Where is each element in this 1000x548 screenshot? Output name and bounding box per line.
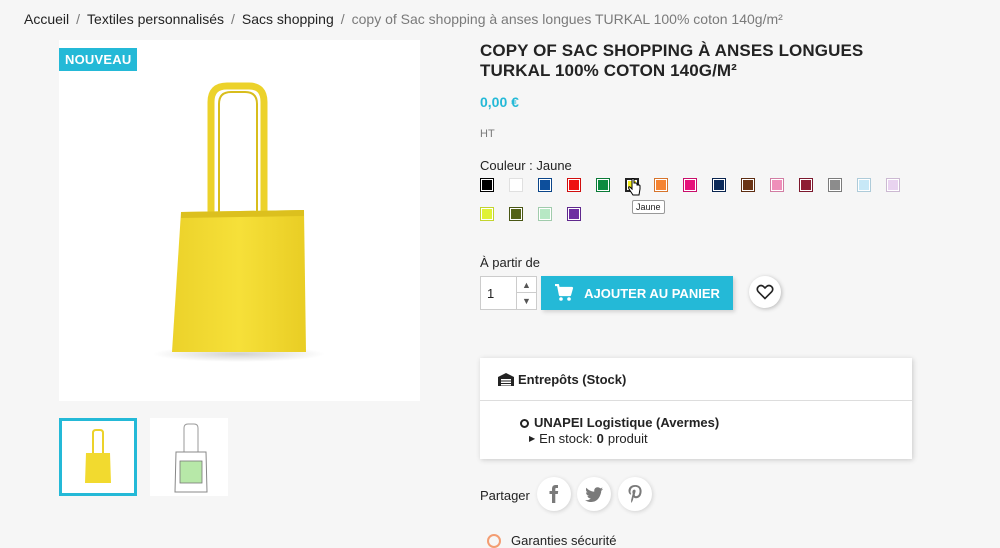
shopping-cart-icon	[555, 284, 574, 301]
add-to-cart-label: AJOUTER AU PANIER	[584, 285, 720, 301]
color-swatch[interactable]	[567, 207, 581, 221]
breadcrumb-textiles[interactable]: Textiles personnalisés	[87, 11, 224, 27]
pinterest-icon	[628, 485, 642, 503]
product-title: COPY OF SAC SHOPPING À ANSES LONGUES TUR…	[480, 41, 864, 80]
color-swatch[interactable]	[857, 178, 871, 192]
wishlist-button[interactable]	[749, 276, 781, 308]
chevron-down-icon[interactable]: ▼	[517, 293, 536, 309]
tote-bag-outline-thumbnail	[174, 423, 208, 493]
color-swatch[interactable]	[509, 178, 523, 192]
product-price: 0,00 €	[480, 94, 519, 110]
add-to-cart-button[interactable]: AJOUTER AU PANIER	[541, 276, 733, 310]
share-label: Partager	[480, 488, 530, 503]
twitter-share-button[interactable]	[577, 477, 611, 511]
color-tooltip: Jaune	[632, 200, 665, 214]
stock-prefix: En stock:	[539, 431, 593, 446]
breadcrumb-separator: /	[340, 11, 345, 27]
tax-label: HT	[480, 128, 495, 140]
security-guarantee: Garanties sécurité	[487, 533, 617, 548]
twitter-icon	[585, 486, 603, 502]
stock-title: Entrepôts (Stock)	[518, 371, 627, 387]
stock-body: UNAPEI Logistique (Avermes) ▶ En stock: …	[520, 415, 719, 447]
stock-count: 0	[596, 431, 604, 446]
caret-right-icon: ▶	[529, 434, 536, 443]
radio-dot-icon	[520, 418, 529, 428]
color-swatch[interactable]	[538, 178, 552, 192]
stock-suffix: produit	[607, 431, 648, 446]
color-swatch[interactable]	[683, 178, 697, 192]
breadcrumb-current: copy of Sac shopping à anses longues TUR…	[351, 11, 783, 27]
tote-bag-thumbnail	[85, 429, 111, 483]
color-swatch[interactable]	[480, 207, 494, 221]
stock-header: Entrepôts (Stock)	[480, 358, 912, 401]
thumbnail-yellow[interactable]	[59, 418, 137, 496]
from-label: À partir de	[480, 255, 540, 270]
warehouse-name: UNAPEI Logistique (Avermes)	[534, 415, 720, 430]
heart-icon	[756, 284, 774, 300]
pinterest-share-button[interactable]	[618, 477, 652, 511]
breadcrumb-sacs[interactable]: Sacs shopping	[242, 11, 334, 27]
breadcrumb: Accueil / Textiles personnalisés / Sacs shop…	[24, 11, 783, 27]
color-swatch[interactable]	[509, 207, 523, 221]
breadcrumb-separator: /	[231, 11, 235, 27]
quantity-input[interactable]: 1	[487, 286, 494, 301]
stock-card: Entrepôts (Stock) UNAPEI Logistique (Ave…	[480, 358, 912, 459]
color-swatch[interactable]	[799, 178, 813, 192]
chevron-up-icon[interactable]: ▲	[517, 277, 536, 293]
tote-bag-image	[153, 82, 325, 362]
color-swatch[interactable]	[828, 178, 842, 192]
color-label: Couleur : Jaune	[480, 158, 572, 173]
facebook-share-button[interactable]	[537, 477, 571, 511]
stock-status-row: ▶ En stock: 0 produit	[520, 431, 719, 447]
thumbnail-print-area[interactable]	[150, 418, 228, 496]
breadcrumb-separator: /	[76, 11, 81, 27]
quantity-buttons: ▲ ▼	[516, 277, 536, 309]
color-swatch[interactable]	[596, 178, 610, 192]
breadcrumb-home[interactable]: Accueil	[24, 11, 69, 27]
color-swatch[interactable]	[480, 178, 494, 192]
color-swatch[interactable]	[654, 178, 668, 192]
warehouse-icon	[498, 372, 514, 386]
color-swatch[interactable]	[567, 178, 581, 192]
color-swatch[interactable]	[712, 178, 726, 192]
warehouse-row: UNAPEI Logistique (Avermes)	[520, 415, 719, 431]
color-swatch[interactable]	[538, 207, 552, 221]
shield-icon	[487, 533, 501, 548]
new-badge: NOUVEAU	[59, 48, 138, 71]
product-main-image[interactable]	[59, 40, 420, 401]
hand-cursor-icon	[628, 178, 641, 196]
guarantee-label: Garanties sécurité	[511, 533, 617, 548]
color-swatch[interactable]	[770, 178, 784, 192]
color-swatch[interactable]	[886, 178, 900, 192]
quantity-stepper[interactable]: 1 ▲ ▼	[480, 276, 537, 310]
facebook-icon	[549, 485, 559, 503]
color-swatch[interactable]	[741, 178, 755, 192]
